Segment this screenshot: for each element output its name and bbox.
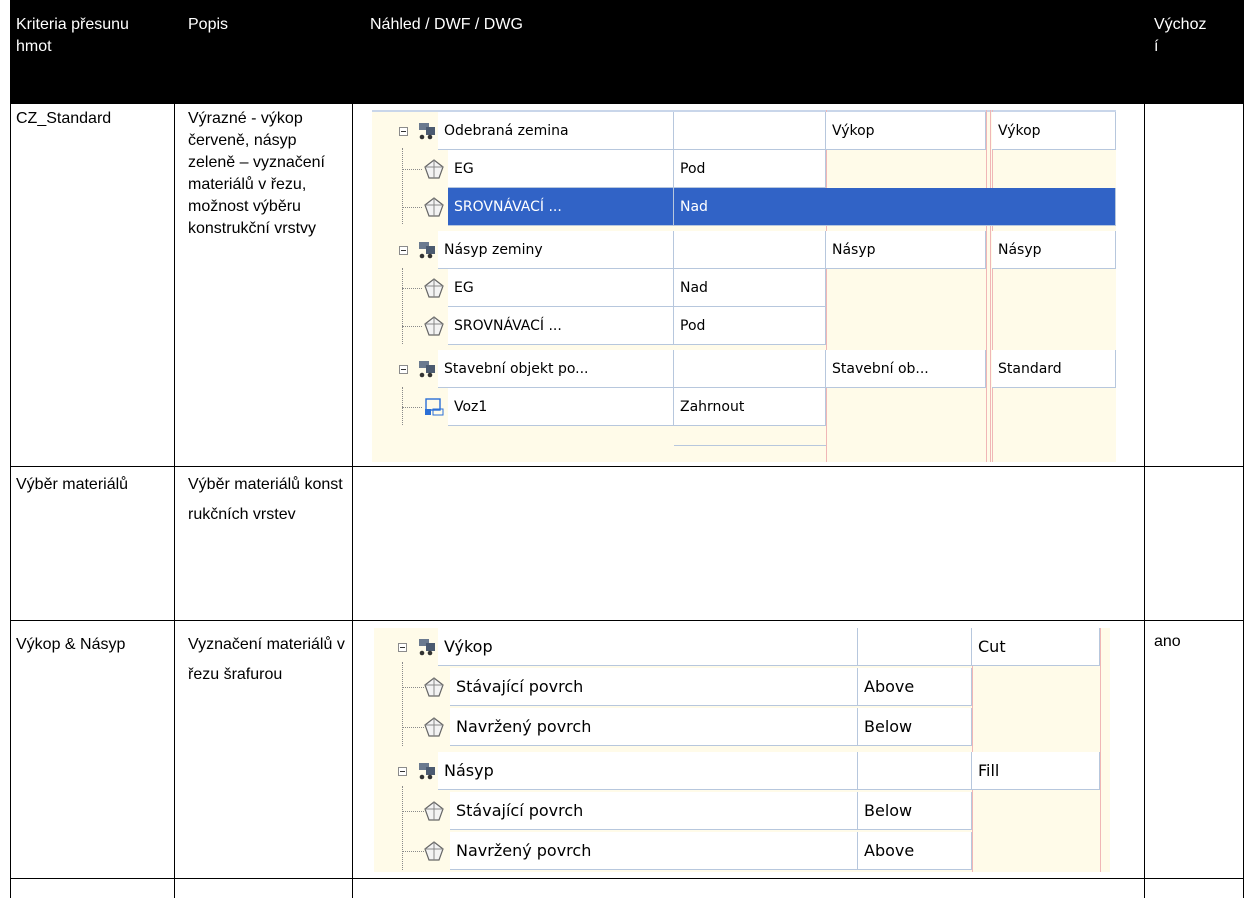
border-left <box>10 104 11 898</box>
border-right <box>1243 104 1244 898</box>
child-name: Navržený povrch <box>450 832 858 870</box>
group-col4: Standard <box>992 350 1116 388</box>
earthwork-group-icon <box>419 639 435 656</box>
child-col2: Above <box>858 668 972 706</box>
row3-criteria: Výkop & Násyp <box>16 636 126 653</box>
child-col2: Above <box>858 832 972 870</box>
tree-row[interactable]: Násyp Fill <box>374 752 1110 790</box>
surface-icon <box>424 159 444 179</box>
criteria-table: Kriteria přesunu hmot Popis Náhled / DWF… <box>10 0 1244 898</box>
row-divider <box>10 466 1244 467</box>
preview-tree-grid-2: Výkop Cut Stávající povrch Above Navržen… <box>374 628 1110 872</box>
surface-icon <box>424 278 444 298</box>
tree-row-selected[interactable]: SROVNÁVACÍ ... Nad <box>372 188 1116 226</box>
group-name: Násyp <box>438 752 858 790</box>
surface-icon <box>424 717 444 737</box>
tree-row[interactable]: Odebraná zemina Výkop Výkop <box>372 112 1116 150</box>
child-name: EG <box>448 150 674 188</box>
collapse-minus-icon[interactable] <box>398 643 407 652</box>
collapse-minus-icon[interactable] <box>399 127 408 136</box>
child-name: EG <box>448 269 674 307</box>
child-col2: Below <box>858 792 972 830</box>
row2-description: Výběr materiálů konstrukčních vrstev <box>188 476 343 523</box>
child-col2: Below <box>858 708 972 746</box>
row2-criteria: Výběr materiálů <box>16 476 129 493</box>
surface-icon <box>424 677 444 697</box>
group-name: Výkop <box>438 628 858 666</box>
child-col2: Zahrnout <box>674 388 826 426</box>
row3-description: Vyznačení materiálů v řezu šrafurou <box>188 636 345 683</box>
tree-row[interactable]: Násyp zeminy Násyp Násyp <box>372 231 1116 269</box>
earthwork-group-icon <box>419 242 435 259</box>
group-col3: Stavební ob... <box>826 350 986 388</box>
preview-tree-grid-1: Odebraná zemina Výkop Výkop EG Pod SROVN… <box>372 110 1116 462</box>
column-divider <box>1144 104 1145 898</box>
surface-icon <box>424 801 444 821</box>
row-divider <box>10 878 1244 879</box>
tree-row[interactable]: Navržený povrch Below <box>374 708 1110 746</box>
tree-row[interactable]: Voz1 Zahrnout <box>372 388 1116 426</box>
child-name: SROVNÁVACÍ ... <box>448 188 674 226</box>
earthwork-group-icon <box>419 361 435 378</box>
surface-icon <box>424 197 444 217</box>
earthwork-group-icon <box>419 123 435 140</box>
header-preview: Náhled / DWF / DWG <box>370 16 523 33</box>
tree-row[interactable]: Stávající povrch Above <box>374 668 1110 706</box>
group-name: Stavební objekt po... <box>438 350 674 388</box>
child-col2: Nad <box>674 188 1116 226</box>
collapse-minus-icon[interactable] <box>398 767 407 776</box>
column-divider <box>174 104 175 898</box>
group-col3: Cut <box>972 628 1100 666</box>
group-col4: Výkop <box>992 112 1116 150</box>
column-divider <box>352 104 353 898</box>
row-divider <box>10 620 1244 621</box>
child-name: Navržený povrch <box>450 708 858 746</box>
row3-default: ano <box>1154 633 1181 650</box>
group-col3: Fill <box>972 752 1100 790</box>
tree-row[interactable]: Výkop Cut <box>374 628 1110 666</box>
group-name: Odebraná zemina <box>438 112 674 150</box>
child-col2: Pod <box>674 307 826 345</box>
group-col3: Výkop <box>826 112 986 150</box>
row1-criteria: CZ_Standard <box>16 110 112 127</box>
corridor-region-icon <box>425 398 444 416</box>
header-default: Výchozí <box>1154 16 1207 55</box>
child-name: Stávající povrch <box>450 668 858 706</box>
header-criteria: Kriteria přesunu hmot <box>16 16 129 55</box>
child-col2: Nad <box>674 269 826 307</box>
child-col2: Pod <box>674 150 826 188</box>
child-name: Voz1 <box>448 388 674 426</box>
child-name: SROVNÁVACÍ ... <box>448 307 674 345</box>
collapse-minus-icon[interactable] <box>399 365 408 374</box>
tree-row[interactable]: Stavební objekt po... Stavební ob... Sta… <box>372 350 1116 388</box>
row1-description: Výrazné - výkop červeně, násyp zeleně – … <box>188 110 325 237</box>
table-header: Kriteria přesunu hmot Popis Náhled / DWF… <box>10 0 1244 104</box>
tree-row[interactable]: Stávající povrch Below <box>374 792 1110 830</box>
tree-row[interactable]: EG Pod <box>372 150 1116 188</box>
tree-row[interactable]: SROVNÁVACÍ ... Pod <box>372 307 1116 345</box>
group-name: Násyp zeminy <box>438 231 674 269</box>
tree-row[interactable]: Navržený povrch Above <box>374 832 1110 870</box>
child-name: Stávající povrch <box>450 792 858 830</box>
group-col4: Násyp <box>992 231 1116 269</box>
header-description: Popis <box>188 16 229 33</box>
group-col3: Násyp <box>826 231 986 269</box>
surface-icon <box>424 841 444 861</box>
collapse-minus-icon[interactable] <box>399 246 408 255</box>
surface-icon <box>424 316 444 336</box>
tree-row[interactable]: EG Nad <box>372 269 1116 307</box>
earthwork-group-icon <box>419 763 435 780</box>
